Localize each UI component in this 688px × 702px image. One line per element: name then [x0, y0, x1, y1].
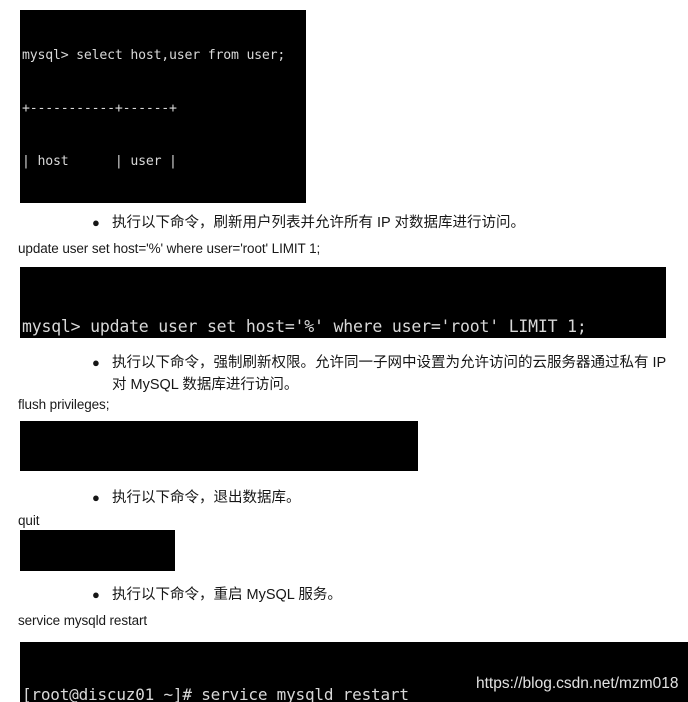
terminal-output-select-users: mysql> select host,user from user; +----… — [20, 10, 306, 203]
terminal-output-service-restart: [root@discuz01 ~]# service mysqld restar… — [20, 642, 688, 702]
bullet-item-restart-mysql: ● 执行以下命令，重启 MySQL 服务。 — [92, 584, 652, 606]
terminal-line: [root@discuz01 ~]# service mysqld restar… — [22, 685, 409, 702]
bullet-item-quit-database: ● 执行以下命令，退出数据库。 — [92, 487, 652, 509]
terminal-line: mysql> flush privileges; — [22, 470, 418, 471]
bullet-marker-icon: ● — [92, 587, 100, 602]
terminal-output-update-user: mysql> update user set host='%' where us… — [20, 267, 666, 338]
bullet-item-flush-privileges: ● 执行以下命令，强制刷新权限。允许同一子网中设置为允许访问的云服务器通过私有 … — [92, 352, 674, 396]
bullet-text: 执行以下命令，强制刷新权限。允许同一子网中设置为允许访问的云服务器通过私有 IP… — [112, 355, 666, 393]
command-label-quit: quit — [18, 513, 40, 528]
terminal-line: mysql> update user set host='%' where us… — [22, 317, 587, 336]
bullet-marker-icon: ● — [92, 490, 100, 505]
command-label-update-user: update user set host='%' where user='roo… — [18, 241, 321, 256]
bullet-text: 执行以下命令，重启 MySQL 服务。 — [112, 587, 342, 603]
terminal-line: +-----------+------+ — [22, 100, 177, 116]
terminal-line: | host | user | — [22, 153, 177, 169]
terminal-line: mysql> select host,user from user; — [22, 48, 286, 64]
terminal-output-quit: mysql> quit Bye — [20, 530, 175, 571]
document-page: mysql> select host,user from user; +----… — [0, 0, 688, 702]
bullet-marker-icon: ● — [92, 355, 100, 370]
command-label-service-restart: service mysqld restart — [18, 613, 148, 628]
bullet-text: 执行以下命令，退出数据库。 — [112, 490, 301, 506]
command-label-flush-privileges: flush privileges; — [18, 397, 110, 412]
bullet-text: 执行以下命令，刷新用户列表并允许所有 IP 对数据库进行访问。 — [112, 215, 525, 231]
bullet-item-refresh-user-list: ● 执行以下命令，刷新用户列表并允许所有 IP 对数据库进行访问。 — [92, 212, 672, 234]
terminal-output-flush-privileges: mysql> flush privileges; Query OK, 0 row… — [20, 421, 418, 471]
bullet-marker-icon: ● — [92, 215, 100, 230]
